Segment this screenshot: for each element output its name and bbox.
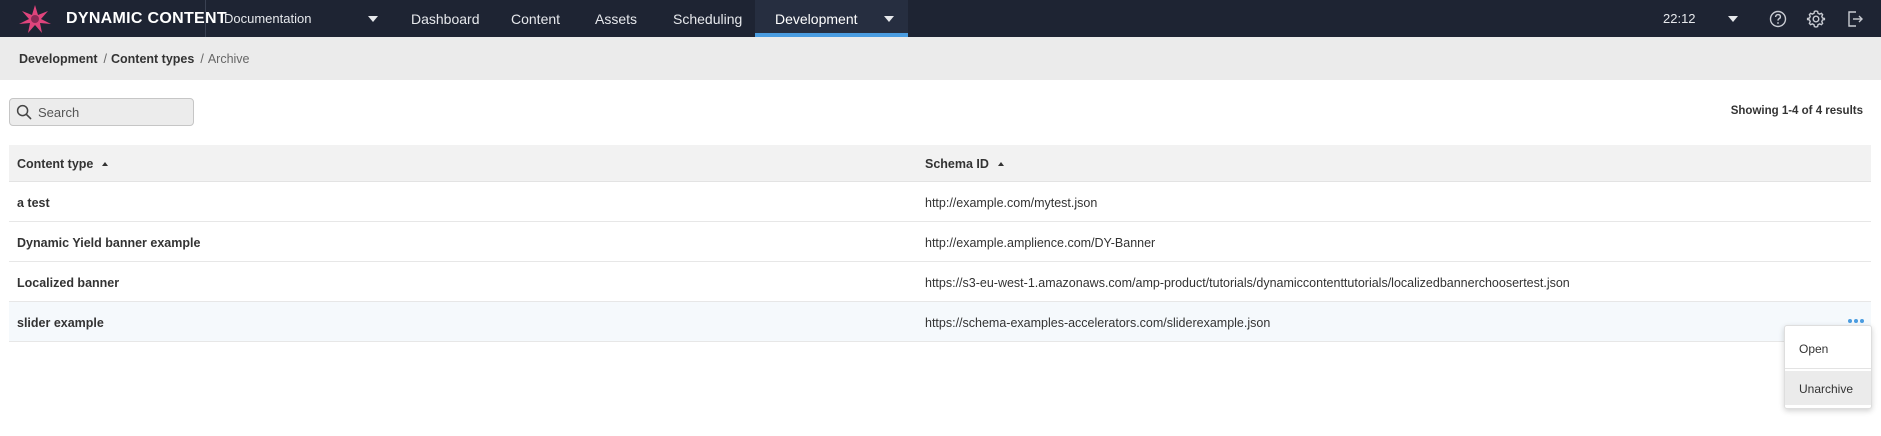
table-header: Content type Schema ID — [9, 145, 1871, 182]
menu-divider — [1785, 368, 1871, 369]
search-input[interactable] — [38, 102, 188, 122]
dynamic-content-logo-icon[interactable] — [18, 4, 52, 34]
table-row[interactable]: Dynamic Yield banner example http://exam… — [9, 222, 1871, 262]
content-type-name: slider example — [17, 316, 104, 330]
help-icon[interactable] — [1767, 8, 1789, 30]
row-context-menu: Open Unarchive — [1784, 325, 1872, 409]
search-icon — [16, 104, 32, 120]
chevron-down-icon[interactable] — [884, 16, 894, 22]
header-divider — [205, 0, 206, 37]
breadcrumb-bar: Development / Content types / Archive — [0, 37, 1881, 80]
menu-item-open[interactable]: Open — [1785, 331, 1871, 365]
chevron-down-icon — [368, 16, 378, 22]
column-header-label: Schema ID — [925, 157, 989, 171]
hub-selector-label: Documentation — [224, 11, 312, 26]
logout-icon[interactable] — [1844, 8, 1866, 30]
hub-selector[interactable]: Documentation — [224, 0, 380, 37]
column-header-label: Content type — [17, 157, 94, 171]
top-navigation-bar: DYNAMIC CONTENT Documentation Dashboard … — [0, 0, 1881, 37]
column-header-schema-id[interactable]: Schema ID — [925, 157, 1004, 171]
nav-dashboard[interactable]: Dashboard — [411, 0, 480, 37]
table-row[interactable]: Localized banner https://s3-eu-west-1.am… — [9, 262, 1871, 302]
table-row[interactable]: a test http://example.com/mytest.json — [9, 182, 1871, 222]
table-row[interactable]: slider example https://schema-examples-a… — [9, 302, 1871, 342]
app-brand: DYNAMIC CONTENT — [66, 10, 227, 27]
clock-time: 22:12 — [1663, 11, 1696, 26]
results-count: Showing 1-4 of 4 results — [1730, 105, 1863, 117]
nav-development-label: Development — [775, 11, 858, 27]
column-header-content-type[interactable]: Content type — [17, 157, 109, 171]
nav-content[interactable]: Content — [511, 0, 560, 37]
settings-icon[interactable] — [1805, 8, 1827, 30]
menu-item-unarchive[interactable]: Unarchive — [1785, 371, 1871, 405]
schema-id: https://schema-examples-accelerators.com… — [925, 316, 1271, 330]
sort-ascending-icon — [102, 162, 109, 166]
clock-dropdown[interactable] — [1723, 0, 1743, 37]
schema-id: http://example.com/mytest.json — [925, 196, 1098, 210]
breadcrumb-separator: / — [103, 52, 107, 66]
breadcrumb-content-types[interactable]: Content types — [111, 52, 194, 66]
nav-assets[interactable]: Assets — [595, 0, 637, 37]
chevron-down-icon — [1728, 16, 1738, 22]
breadcrumb-development[interactable]: Development — [19, 52, 98, 66]
schema-id: https://s3-eu-west-1.amazonaws.com/amp-p… — [925, 276, 1570, 290]
nav-scheduling[interactable]: Scheduling — [673, 0, 742, 37]
content-type-name: Localized banner — [17, 276, 120, 290]
sort-ascending-icon — [997, 162, 1004, 166]
breadcrumb-separator: / — [200, 52, 204, 66]
schema-id: http://example.amplience.com/DY-Banner — [925, 236, 1156, 250]
content-type-name: Dynamic Yield banner example — [17, 236, 201, 250]
menu-item-label: Unarchive — [1799, 382, 1854, 396]
breadcrumb-current: Archive — [207, 52, 250, 66]
nav-development[interactable]: Development — [755, 0, 908, 37]
search-box[interactable] — [9, 98, 194, 126]
content-type-name: a test — [17, 196, 50, 210]
menu-item-label: Open — [1799, 342, 1829, 356]
breadcrumb: Development / Content types / Archive — [19, 52, 250, 66]
